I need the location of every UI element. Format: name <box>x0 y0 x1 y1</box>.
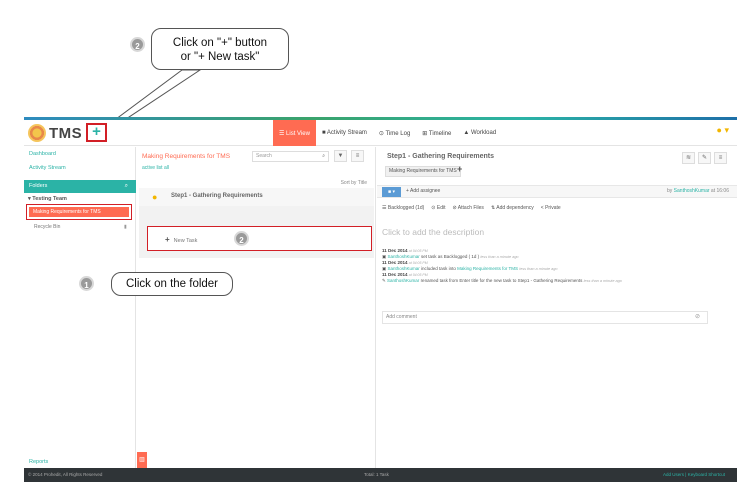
description-field[interactable]: Click to add the description <box>382 227 727 241</box>
step-badge-2: 2 <box>130 37 145 52</box>
edit-link[interactable]: ⊙ Edit <box>431 205 445 211</box>
activity-entry: 11 Dec 2014 at 04:05 PM ✎ SanthoshKumar … <box>382 272 622 283</box>
private-link[interactable]: < Private <box>541 205 561 211</box>
callout-folder: Click on the folder <box>111 272 233 296</box>
tab-timeline[interactable]: ⊞ Timeline <box>416 120 457 146</box>
copyright: © 2014 Prohedit, All Rights Reserved <box>28 472 103 477</box>
status-bar: ■ ▾ + Add assignee by SanthoshKumar at 1… <box>377 185 737 198</box>
add-assignee-button[interactable]: + Add assignee <box>406 188 440 194</box>
comment-input[interactable]: Add comment <box>382 311 708 324</box>
added-by-suffix: at 16:06 <box>710 188 729 194</box>
filter-button[interactable]: ▼ <box>334 150 347 162</box>
sidebar-item-recycle-bin[interactable]: Recycle Bin <box>34 224 60 230</box>
header: TMS + ☰ List View ■ Activity Stream ⊙ Ti… <box>24 120 737 146</box>
task-name: Step1 - Gathering Requirements <box>171 193 263 199</box>
attach-files-link[interactable]: ⊘ Attach Files <box>453 205 484 211</box>
status-dropdown[interactable]: ■ ▾ <box>382 187 401 197</box>
sidebar-item-dashboard[interactable]: Dashboard <box>29 151 56 157</box>
trash-icon: ▮ <box>124 224 127 230</box>
sidebar-item-activity-stream[interactable]: Activity Stream <box>29 165 66 171</box>
sort-by[interactable]: Sort by Title <box>341 180 367 186</box>
list-menu-button[interactable]: ≡ <box>351 150 364 162</box>
sidebar-item-reports[interactable]: Reports <box>29 459 48 465</box>
detail-title[interactable]: Step1 - Gathering Requirements <box>387 153 494 160</box>
list-filters[interactable]: active list all <box>142 165 169 171</box>
add-folder-tag-icon[interactable]: + <box>457 164 462 174</box>
edit-button[interactable]: ✎ <box>698 152 711 164</box>
added-by-user[interactable]: SanthoshKumar <box>674 188 710 194</box>
activity-log: 11 Dec 2014 at 04:05 PM ▣ SanthoshKumar … <box>382 248 727 284</box>
new-task-button[interactable]: + New Task <box>165 235 197 244</box>
tab-activity-stream[interactable]: ■ Activity Stream <box>316 120 373 146</box>
tab-workload[interactable]: ▲ Workload <box>457 120 502 146</box>
bulb-icon: ● <box>152 192 158 202</box>
folders-header: Folders ⌕ <box>24 180 136 193</box>
step-badge-2-inline: 2 <box>234 231 249 246</box>
logo-icon <box>28 124 46 142</box>
task-list-panel: Making Requirements for TMS Search ⌕ ▼ ≡… <box>137 147 376 468</box>
task-meta-row: ☰ Backlogged (1d) ⊙ Edit ⊘ Attach Files … <box>382 205 561 211</box>
task-row[interactable]: ● Step1 - Gathering Requirements <box>139 188 374 206</box>
folder-search-icon[interactable]: ⌕ <box>125 180 128 193</box>
added-by: by SanthoshKumar at 16:06 <box>667 188 729 194</box>
added-by-prefix: by <box>667 188 673 194</box>
add-dependency-link[interactable]: ⇅ Add dependency <box>491 205 534 211</box>
logo: TMS <box>28 123 82 143</box>
search-input[interactable]: Search ⌕ <box>252 151 329 162</box>
activity-entry: 11 Dec 2014 at 04:05 PM ▣ SanthoshKumar … <box>382 260 558 271</box>
search-icon: ⌕ <box>322 153 325 159</box>
detail-menu-button[interactable]: ≡ <box>714 152 727 164</box>
add-task-button[interactable]: + <box>86 123 107 142</box>
sidebar-folder-active[interactable]: Making Requirements for TMS <box>29 207 129 217</box>
search-placeholder: Search <box>256 153 272 159</box>
user-menu-icon[interactable]: ● ▾ <box>717 125 729 136</box>
task-detail-panel: Step1 - Gathering Requirements Making Re… <box>377 147 737 468</box>
tab-list-view[interactable]: ☰ List View <box>273 120 316 146</box>
step-badge-1: 1 <box>79 276 94 291</box>
callout-add-button: Click on "+" button or "+ New task" <box>151 28 289 70</box>
tms-app: TMS + ☰ List View ■ Activity Stream ⊙ Ti… <box>24 117 737 485</box>
main-nav: ☰ List View ■ Activity Stream ⊙ Time Log… <box>273 120 502 146</box>
backlogged-status[interactable]: ☰ Backlogged (1d) <box>382 205 424 211</box>
callout-line-1: Click on "+" button <box>172 37 268 49</box>
sidebar: Dashboard Activity Stream Folders ⌕ ▾ Te… <box>24 147 136 468</box>
folder-tag[interactable]: Making Requirements for TMS <box>385 166 461 177</box>
footer: © 2014 Prohedit, All Rights Reserved Tot… <box>24 468 737 482</box>
paperclip-icon[interactable]: ⊘ <box>695 313 700 320</box>
list-title: Making Requirements for TMS <box>142 153 231 160</box>
logo-text: TMS <box>49 124 83 142</box>
team-label[interactable]: ▾ Testing Team <box>28 196 67 202</box>
rss-button[interactable]: ≋ <box>682 152 695 164</box>
new-task-label: New Task <box>173 238 198 244</box>
task-total: Total: 1 Task <box>364 472 389 477</box>
callout-line-2: or "+ New task" <box>180 51 260 63</box>
footer-links[interactable]: Add Users | Keyboard Shortcut <box>663 472 725 477</box>
folders-label: Folders <box>29 183 48 189</box>
tab-time-log[interactable]: ⊙ Time Log <box>373 120 416 146</box>
activity-entry: 11 Dec 2014 at 04:05 PM ▣ SanthoshKumar … <box>382 248 519 259</box>
collapse-panel-button[interactable]: ▥ <box>137 452 147 468</box>
